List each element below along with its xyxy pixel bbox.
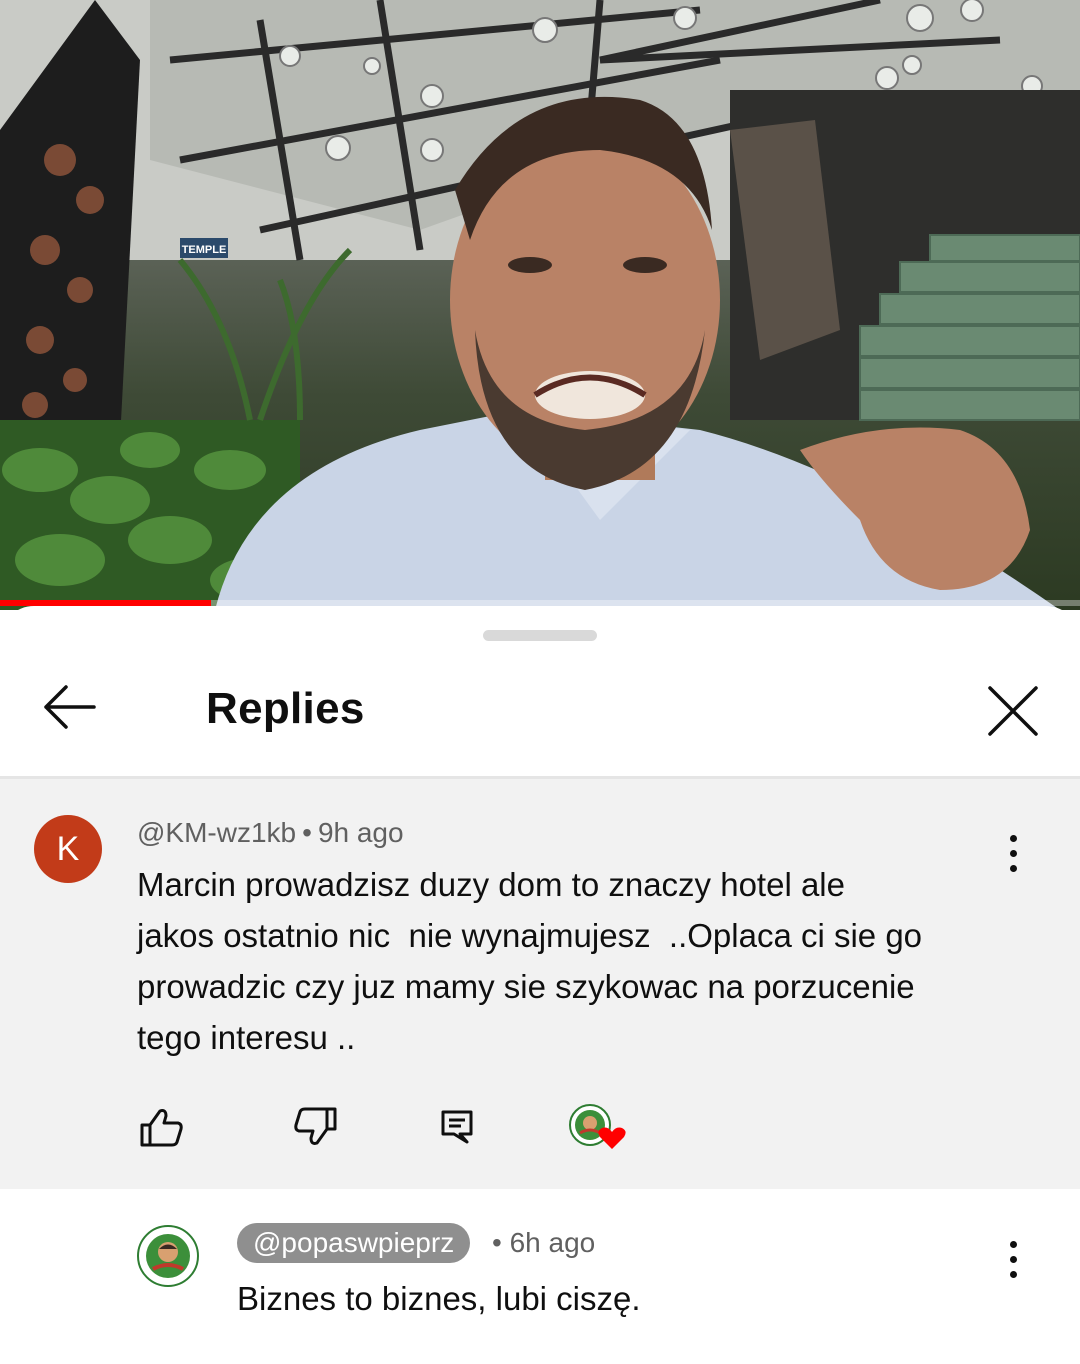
comment-time[interactable]: 9h ago	[318, 817, 404, 848]
temple-sign: TEMPLE	[182, 244, 227, 256]
like-button[interactable]	[133, 1099, 189, 1155]
back-button[interactable]	[38, 676, 100, 738]
reply-time-text: 6h ago	[509, 1227, 596, 1258]
comment-text: Marcin prowadzisz duzy dom to znaczy hot…	[137, 866, 923, 1056]
more-dot	[1009, 864, 1017, 872]
replies-sheet: Replies K @KM-wz1kb • 9h ago Marcin prowad…	[0, 606, 1080, 1364]
reply-more-button[interactable]	[993, 1231, 1033, 1287]
drag-handle[interactable]	[483, 630, 597, 641]
more-dot	[1009, 1255, 1017, 1263]
video-frame: TEMPLE	[0, 0, 1080, 610]
sheet-title: Replies	[206, 684, 365, 733]
arrow-left-icon	[44, 685, 96, 729]
creator-heart-icon	[569, 1104, 626, 1149]
meta-separator: •	[302, 817, 312, 848]
reply-button[interactable]	[429, 1099, 485, 1155]
close-icon	[988, 686, 1038, 736]
reply-comment: @popaswpieprz • 6h ago Biznes to biznes,…	[0, 1189, 1080, 1364]
close-button[interactable]	[980, 678, 1046, 744]
reply-time[interactable]: • 6h ago	[492, 1227, 595, 1259]
comment-actions	[133, 1099, 653, 1155]
more-dot	[1009, 1240, 1017, 1248]
avatar[interactable]	[137, 1225, 199, 1287]
avatar[interactable]: K	[34, 815, 102, 883]
comment-author[interactable]: @KM-wz1kb	[137, 817, 296, 848]
avatar-letter: K	[56, 829, 80, 868]
channel-logo-icon	[137, 1225, 199, 1287]
reply-text: Biznes to biznes, lubi ciszę.	[237, 1280, 641, 1317]
meta-separator: •	[492, 1227, 502, 1258]
video-player[interactable]: TEMPLE	[0, 0, 1080, 610]
like-icon	[140, 1109, 183, 1147]
more-dot	[1009, 1270, 1017, 1278]
creator-heart	[568, 1103, 628, 1153]
dislike-icon	[294, 1107, 337, 1145]
more-dot	[1009, 849, 1017, 857]
dislike-button[interactable]	[288, 1099, 344, 1155]
reply-icon	[441, 1110, 473, 1144]
comment-more-button[interactable]	[993, 825, 1033, 881]
more-dot	[1009, 834, 1017, 842]
comment-meta: @KM-wz1kb • 9h ago	[137, 817, 404, 849]
author-handle-chip[interactable]: @popaswpieprz	[237, 1223, 471, 1263]
parent-comment: K @KM-wz1kb • 9h ago Marcin prowadzisz duz…	[0, 779, 1080, 1189]
